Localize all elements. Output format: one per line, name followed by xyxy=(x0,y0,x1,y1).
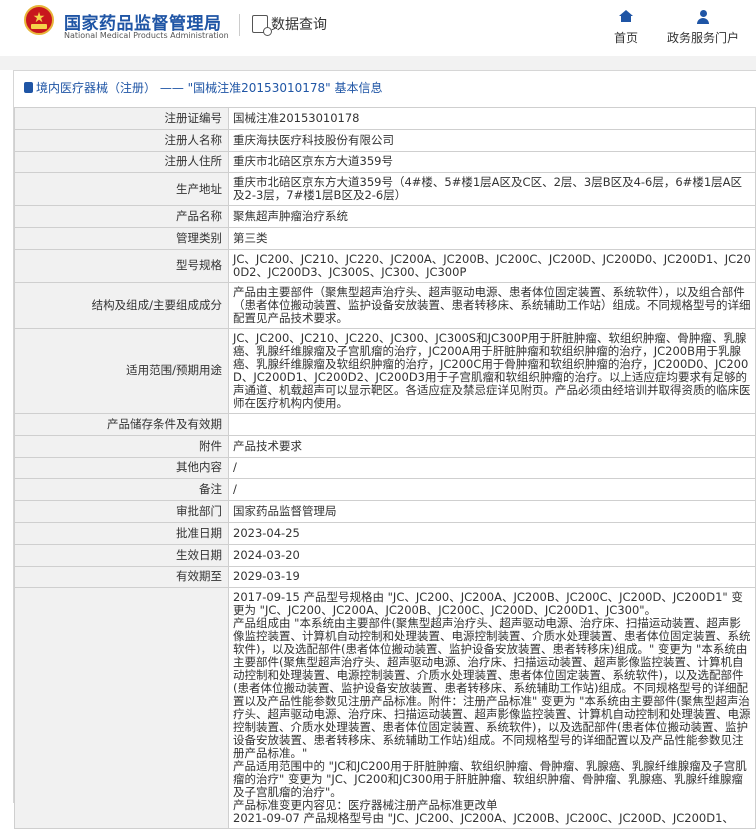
field-value: 2029-03-19 xyxy=(228,565,756,589)
table-row: 结构及组成/主要组成成分 产品由主要部件（聚焦型超声治疗头、超声驱动电源、患者体… xyxy=(14,281,756,329)
field-value: / xyxy=(228,456,756,480)
field-value xyxy=(228,412,756,436)
site-header: ★ 国家药品监督管理局 National Medical Products Ad… xyxy=(0,0,756,56)
table-row: 管理类别 第三类 xyxy=(14,227,756,250)
field-value: 国械注准20153010178 xyxy=(228,107,756,130)
field-label: 备注 xyxy=(14,478,229,502)
document-search-icon xyxy=(252,15,272,36)
table-row: 其他内容 / xyxy=(14,456,756,480)
field-label: 生效日期 xyxy=(14,543,229,567)
national-emblem-logo: ★ xyxy=(24,5,54,35)
breadcrumb: 境内医疗器械（注册） —— "国械注准20153010178" 基本信息 xyxy=(24,79,382,96)
field-label: 生产地址 xyxy=(14,172,229,207)
table-row: 批准日期 2023-04-25 xyxy=(14,521,756,545)
header-divider xyxy=(239,14,240,36)
field-label: 适用范围/预期用途 xyxy=(14,327,229,414)
nav-home-link[interactable]: 首页 xyxy=(608,10,644,46)
field-value: 重庆市北碚区京东方大道359号 xyxy=(228,150,756,174)
change-history-value: 2017-09-15 产品型号规格由 "JC、JC200、JC200A、JC20… xyxy=(228,587,756,829)
field-label xyxy=(14,587,229,829)
field-value: JC、JC200、JC210、JC220、JC300、JC300S和JC300P… xyxy=(228,327,756,414)
org-name-en[interactable]: National Medical Products Administration xyxy=(64,31,229,40)
user-icon xyxy=(662,10,744,26)
table-row: 2017-09-15 产品型号规格由 "JC、JC200、JC200A、JC20… xyxy=(14,587,756,829)
field-label: 附件 xyxy=(14,434,229,458)
field-value: 产品技术要求 xyxy=(228,434,756,458)
table-row: 产品名称 聚焦超声肿瘤治疗系统 xyxy=(14,205,756,229)
field-value: 重庆市北碚区京东方大道359号（4#楼、5#楼1层A区及C区、2层、3层B区及4… xyxy=(228,172,756,207)
field-value: 2024-03-20 xyxy=(228,543,756,567)
header-gap xyxy=(0,56,756,70)
field-label: 其他内容 xyxy=(14,456,229,480)
nav-service-portal-link[interactable]: 政务服务门户 xyxy=(662,10,744,46)
field-value: 重庆海扶医疗科技股份有限公司 xyxy=(228,128,756,152)
field-label: 注册人住所 xyxy=(14,150,229,174)
field-value: 第三类 xyxy=(228,227,756,250)
table-row: 附件 产品技术要求 xyxy=(14,434,756,458)
field-value: 聚焦超声肿瘤治疗系统 xyxy=(228,205,756,229)
field-label: 产品储存条件及有效期 xyxy=(14,412,229,436)
table-row: 注册人名称 重庆海扶医疗科技股份有限公司 xyxy=(14,128,756,152)
table-row: 产品储存条件及有效期 xyxy=(14,412,756,436)
table-row: 适用范围/预期用途 JC、JC200、JC210、JC220、JC300、JC3… xyxy=(14,327,756,414)
nav-home-label: 首页 xyxy=(613,31,638,45)
data-query-title: 数据查询 xyxy=(252,13,327,36)
field-label: 注册人名称 xyxy=(14,128,229,152)
table-row: 注册证编号 国械注准20153010178 xyxy=(14,107,756,130)
detail-table: 注册证编号 国械注准20153010178 注册人名称 重庆海扶医疗科技股份有限… xyxy=(14,107,756,829)
breadcrumb-text: 境内医疗器械（注册） —— "国械注准20153010178" 基本信息 xyxy=(36,81,383,95)
field-label: 管理类别 xyxy=(14,227,229,250)
table-row: 有效期至 2029-03-19 xyxy=(14,565,756,589)
home-icon xyxy=(608,10,644,26)
field-label: 产品名称 xyxy=(14,205,229,229)
field-label: 批准日期 xyxy=(14,521,229,545)
field-label: 型号规格 xyxy=(14,248,229,283)
table-row: 备注 / xyxy=(14,478,756,502)
detail-panel: 境内医疗器械（注册） —— "国械注准20153010178" 基本信息 注册证… xyxy=(13,70,756,829)
field-label: 审批部门 xyxy=(14,500,229,523)
field-value: 2023-04-25 xyxy=(228,521,756,545)
table-row: 型号规格 JC、JC200、JC210、JC220、JC200A、JC200B、… xyxy=(14,248,756,283)
field-label: 结构及组成/主要组成成分 xyxy=(14,281,229,329)
field-value: JC、JC200、JC210、JC220、JC200A、JC200B、JC200… xyxy=(228,248,756,283)
location-pin-icon xyxy=(24,82,33,93)
data-query-label: 数据查询 xyxy=(271,17,327,33)
field-label: 有效期至 xyxy=(14,565,229,589)
table-row: 审批部门 国家药品监督管理局 xyxy=(14,500,756,523)
field-value: / xyxy=(228,478,756,502)
table-row: 注册人住所 重庆市北碚区京东方大道359号 xyxy=(14,150,756,174)
field-label: 注册证编号 xyxy=(14,107,229,130)
field-value: 产品由主要部件（聚焦型超声治疗头、超声驱动电源、患者体位固定装置、系统软件），以… xyxy=(228,281,756,329)
nav-service-portal-label: 政务服务门户 xyxy=(666,31,739,45)
field-value: 国家药品监督管理局 xyxy=(228,500,756,523)
table-row: 生产地址 重庆市北碚区京东方大道359号（4#楼、5#楼1层A区及C区、2层、3… xyxy=(14,172,756,207)
table-row: 生效日期 2024-03-20 xyxy=(14,543,756,567)
